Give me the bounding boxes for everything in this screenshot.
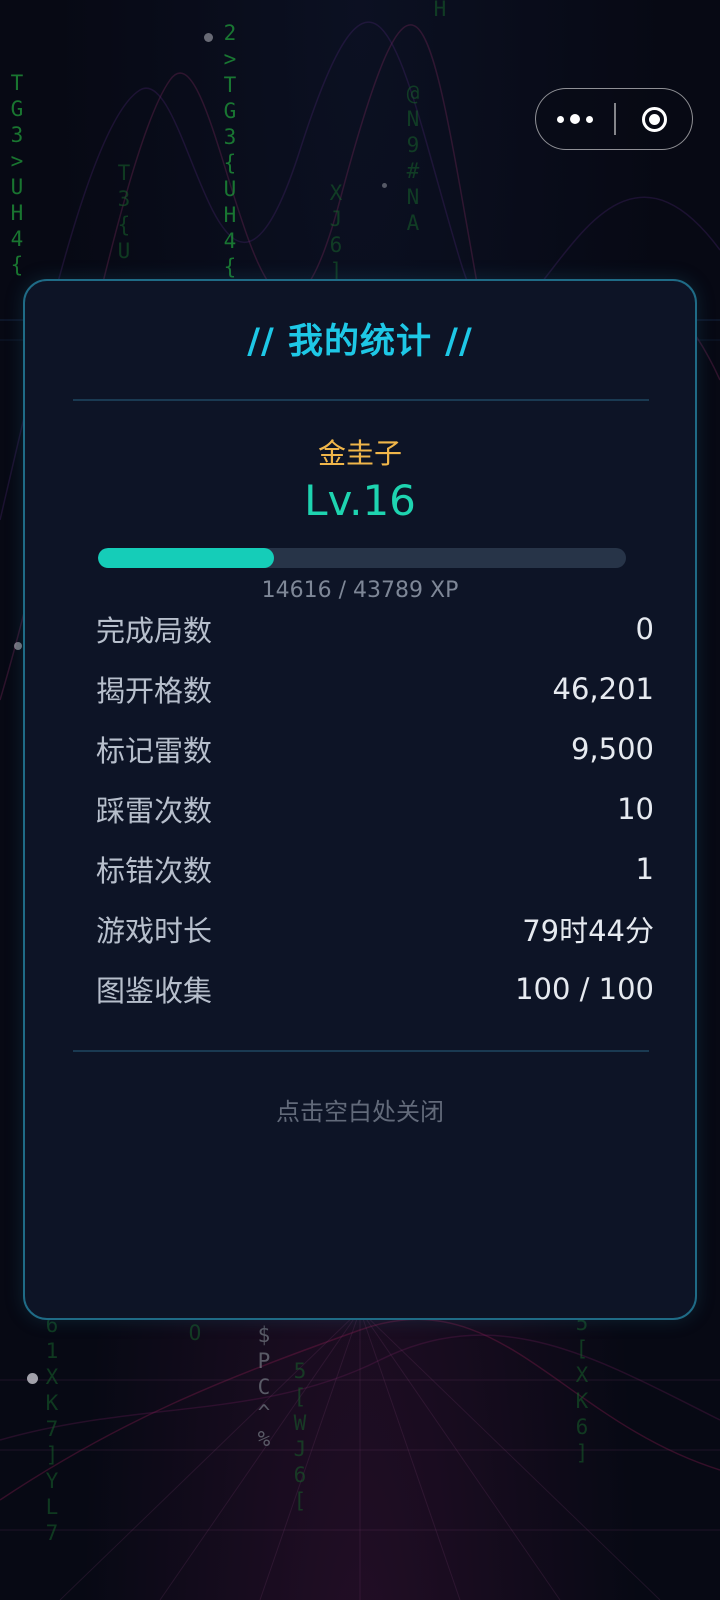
stat-value: 100 / 100	[515, 972, 654, 1006]
matrix-code-column: $ P C ^ %	[257, 1323, 271, 1451]
matrix-code-column: O	[188, 1321, 202, 1345]
stats-list: 完成局数 0 揭开格数 46,201 标记雷数 9,500 踩雷次数 10 标错…	[96, 599, 654, 1019]
mini-program-capsule	[535, 88, 693, 150]
stat-label: 游戏时长	[96, 914, 213, 948]
stat-label: 图鉴收集	[96, 974, 213, 1008]
matrix-code-column: H	[433, 0, 447, 21]
stat-value: 9,500	[570, 732, 654, 766]
star-dot	[204, 33, 213, 42]
stat-row-play-time: 游戏时长 79时44分	[96, 899, 654, 959]
close-hint[interactable]: 点击空白处关闭	[25, 1092, 695, 1127]
stat-label: 完成局数	[96, 614, 213, 648]
modal-title: // 我的统计 //	[247, 322, 473, 362]
matrix-code-column: X J 6 ]	[329, 181, 343, 283]
matrix-code-column: T 3 { U	[117, 161, 131, 263]
matrix-code-column: 2 > T G 3 { U H 4 {	[223, 21, 237, 279]
star-dot	[14, 642, 22, 650]
matrix-code-column: 5 [ X K 6 ]	[575, 1311, 589, 1465]
player-level: Lv.16	[304, 476, 416, 525]
more-dots-icon	[554, 114, 596, 124]
stat-label: 揭开格数	[96, 674, 213, 708]
matrix-code-column: 5 [ W J 6 [	[293, 1359, 307, 1513]
close-mini-program-button[interactable]	[616, 89, 692, 149]
stat-row-mines-hit: 踩雷次数 10	[96, 779, 654, 839]
footer-divider	[73, 1050, 649, 1052]
stat-label: 踩雷次数	[96, 794, 213, 828]
stat-label: 标错次数	[96, 854, 213, 888]
xp-progress-bar	[98, 548, 626, 568]
target-close-icon	[641, 106, 667, 132]
star-dot	[382, 183, 387, 188]
stat-row-games-completed: 完成局数 0	[96, 599, 654, 659]
matrix-code-column: @ N 9 # N A	[406, 81, 420, 235]
matrix-code-column: 6 1 X K 7 ] Y L 7	[45, 1313, 59, 1545]
more-button[interactable]	[536, 89, 614, 149]
stat-value: 46,201	[552, 672, 654, 706]
matrix-code-column: T G 3 > U H 4 {	[10, 71, 24, 277]
stat-value: 10	[617, 792, 654, 826]
title-divider	[73, 399, 649, 401]
xp-progress-fill	[98, 548, 275, 568]
stat-label: 标记雷数	[96, 734, 213, 768]
stat-row-collection: 图鉴收集 100 / 100	[96, 959, 654, 1019]
stat-row-mines-flagged: 标记雷数 9,500	[96, 719, 654, 779]
stat-row-wrong-flags: 标错次数 1	[96, 839, 654, 899]
player-name: 金圭子	[317, 437, 402, 470]
stat-row-cells-revealed: 揭开格数 46,201	[96, 659, 654, 719]
stat-value: 0	[635, 612, 654, 646]
stats-modal: // 我的统计 // 金圭子 Lv.16 14616 / 43789 XP 完成…	[23, 279, 697, 1320]
stat-value: 1	[635, 852, 654, 886]
stat-value: 79时44分	[522, 914, 654, 948]
star-dot	[27, 1373, 38, 1384]
